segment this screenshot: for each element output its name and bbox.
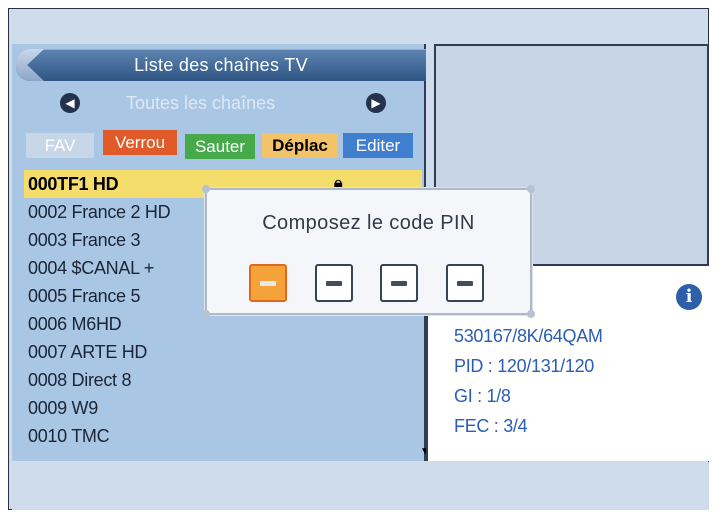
fec-info: FEC : 3/4 bbox=[454, 416, 528, 436]
channel-label: 000TF1 HD bbox=[28, 174, 119, 194]
channel-label: 0009 W9 bbox=[28, 398, 98, 418]
pin-dash bbox=[457, 280, 473, 286]
move-button[interactable]: Déplac bbox=[262, 133, 338, 158]
pin-digit-1[interactable] bbox=[249, 264, 287, 302]
channel-row[interactable]: 0010 TMC bbox=[24, 422, 422, 450]
pin-digit-3[interactable] bbox=[380, 264, 418, 302]
channel-label: 0008 Direct 8 bbox=[28, 370, 132, 390]
channel-label: 0010 TMC bbox=[28, 426, 110, 446]
pin-dialog: Composez le code PIN bbox=[202, 185, 535, 318]
channel-label: 0003 France 3 bbox=[28, 230, 141, 250]
channel-label: 0006 M6HD bbox=[28, 314, 122, 334]
channel-row[interactable]: 0008 Direct 8 bbox=[24, 366, 422, 394]
page-title: Liste des chaînes TV bbox=[134, 55, 308, 75]
next-category-button[interactable]: ▶ bbox=[366, 93, 386, 113]
channel-label: 0005 France 5 bbox=[28, 286, 141, 306]
gi-info: GI : 1/8 bbox=[454, 386, 511, 406]
channel-label: 0007 ARTE HD bbox=[28, 342, 148, 362]
fav-button[interactable]: FAV bbox=[26, 133, 94, 158]
pin-dash bbox=[326, 280, 342, 286]
pin-digit-2[interactable] bbox=[315, 264, 353, 302]
channel-label: 0002 France 2 HD bbox=[28, 202, 171, 222]
pin-digit-4[interactable] bbox=[446, 264, 484, 302]
skip-button[interactable]: Sauter bbox=[185, 134, 255, 159]
dialog-corner bbox=[527, 310, 535, 318]
category-selector[interactable]: ◀ Toutes les chaînes ▶ bbox=[60, 91, 390, 117]
channel-row[interactable]: 0007 ARTE HD bbox=[24, 338, 422, 366]
title-bar: Liste des chaînes TV bbox=[16, 49, 426, 81]
dialog-corner bbox=[527, 185, 535, 193]
bottom-band bbox=[12, 462, 709, 510]
channel-label: 0004 $CANAL + bbox=[28, 258, 155, 278]
lock-button[interactable]: Verrou bbox=[103, 130, 177, 155]
category-label: Toutes les chaînes bbox=[126, 93, 276, 113]
edit-button[interactable]: Editer bbox=[343, 133, 413, 158]
pid-info: PID : 120/131/120 bbox=[454, 356, 595, 376]
dialog-corner bbox=[202, 310, 210, 318]
pin-dash bbox=[391, 280, 407, 286]
prev-category-button[interactable]: ◀ bbox=[60, 93, 80, 113]
dialog-corner bbox=[202, 185, 210, 193]
frequency-info: 530167/8K/64QAM bbox=[454, 326, 603, 346]
pin-dash bbox=[260, 280, 276, 286]
channel-row[interactable]: 0009 W9 bbox=[24, 394, 422, 422]
info-icon[interactable]: i bbox=[676, 284, 702, 310]
pin-dialog-title: Composez le code PIN bbox=[262, 212, 475, 234]
